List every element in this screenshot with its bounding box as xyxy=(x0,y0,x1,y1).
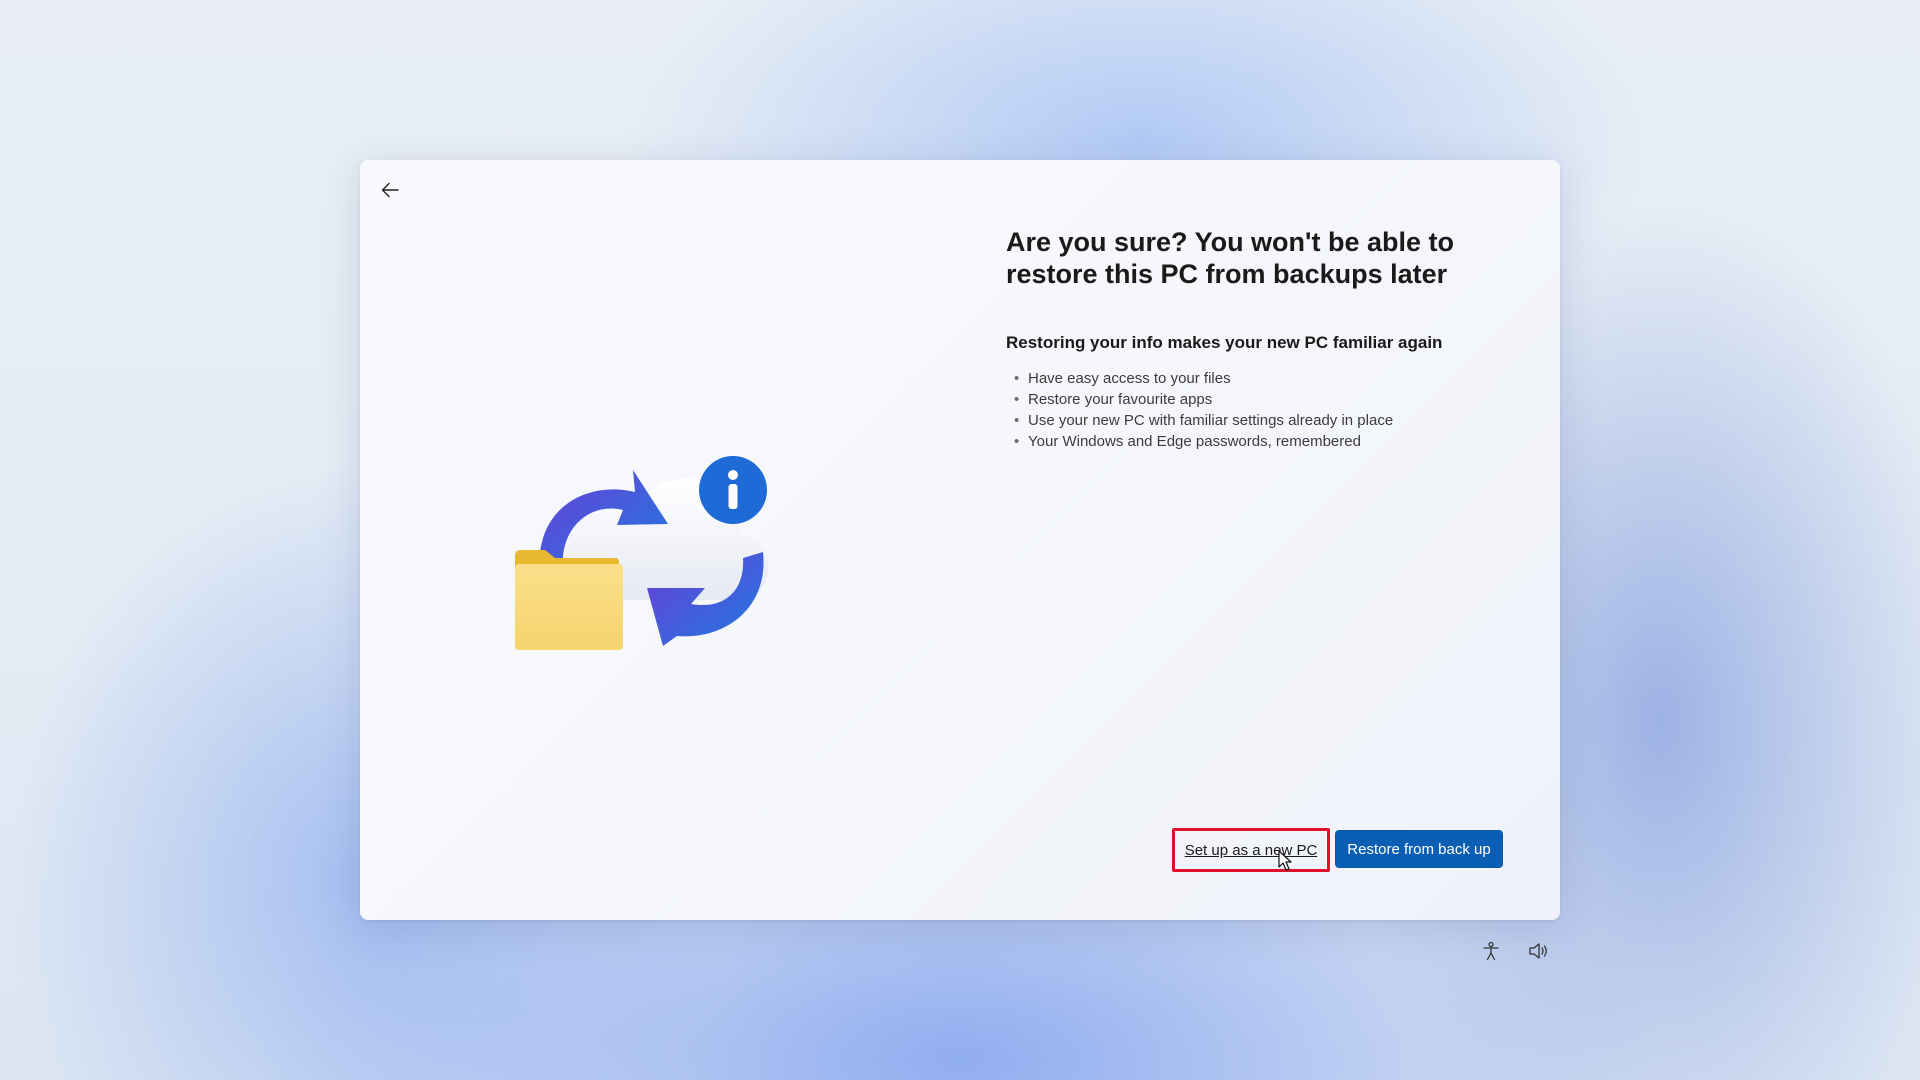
folder-icon xyxy=(515,564,623,650)
page-subtitle: Restoring your info makes your new PC fa… xyxy=(1006,333,1443,352)
setup-new-pc-button[interactable]: Set up as a new PC xyxy=(1172,828,1330,872)
list-item: • Have easy access to your files xyxy=(1014,370,1231,387)
oobe-dialog: Are you sure? You won't be able to resto… xyxy=(360,160,1560,920)
volume-icon xyxy=(1529,943,1547,959)
restore-backup-illustration xyxy=(515,456,769,650)
back-button[interactable] xyxy=(370,170,410,210)
accessibility-icon xyxy=(1483,941,1499,961)
volume-button[interactable] xyxy=(1526,938,1552,964)
accessibility-button[interactable] xyxy=(1478,938,1504,964)
page-title: Are you sure? You won't be able to resto… xyxy=(1006,227,1454,289)
list-item: • Use your new PC with familiar settings … xyxy=(1014,412,1394,429)
restore-from-backup-button[interactable]: Restore from back up xyxy=(1335,830,1503,868)
arrow-left-icon xyxy=(381,182,399,198)
list-item: • Your Windows and Edge passwords, rememb… xyxy=(1014,433,1361,450)
content-panel: Are you sure? You won't be able to resto… xyxy=(1006,226,1506,452)
benefits-list: • Have easy access to your files • Restore… xyxy=(1006,368,1506,452)
list-item: • Restore your favourite apps xyxy=(1014,391,1213,408)
